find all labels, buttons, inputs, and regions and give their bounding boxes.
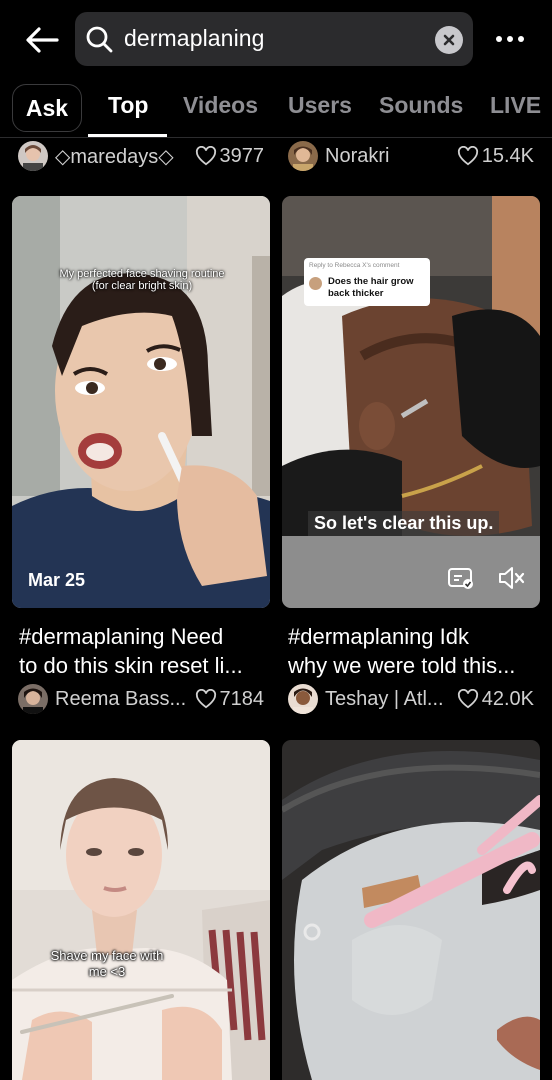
video-overlay-text: Shave my face with me <3 <box>50 948 164 979</box>
date-badge: Mar 25 <box>28 570 86 590</box>
search-tabs: Ask Top Videos Users Sounds LIVE <box>0 82 552 138</box>
tab-sounds[interactable]: Sounds <box>379 92 463 119</box>
heart-icon <box>195 146 216 166</box>
mute-icon[interactable] <box>496 563 526 593</box>
like-count-value: 42.0K <box>481 687 534 710</box>
video-caption[interactable]: #dermaplaning Idk why we were told this.… <box>288 622 546 680</box>
author-name[interactable]: Reema Bass... <box>55 688 186 711</box>
tab-live[interactable]: LIVE <box>490 92 541 119</box>
more-options-button[interactable] <box>488 22 532 56</box>
like-count-value: 7184 <box>219 687 265 710</box>
like-count: 3977 <box>195 139 265 173</box>
back-arrow-icon <box>26 27 59 53</box>
search-input[interactable]: dermaplaning <box>124 25 265 52</box>
captions-icon[interactable] <box>446 563 476 593</box>
reply-text: Does the hair grow back thicker <box>328 276 414 299</box>
heart-icon <box>195 689 216 709</box>
avatar[interactable] <box>18 141 48 171</box>
like-count: 42.0K <box>457 682 534 716</box>
thumbnail-image <box>12 196 270 608</box>
thumbnail-image <box>12 740 270 1080</box>
avatar[interactable] <box>18 684 48 714</box>
avatar <box>309 277 322 290</box>
author-name[interactable]: Teshay | Atl... <box>325 688 444 711</box>
clear-search-button[interactable] <box>435 26 463 54</box>
video-thumbnail[interactable] <box>282 740 540 1080</box>
tab-videos[interactable]: Videos <box>183 92 258 119</box>
heart-icon <box>457 146 478 166</box>
more-icon <box>496 36 502 42</box>
reply-comment-bubble: Reply to Rebecca X's comment Does the ha… <box>304 258 430 306</box>
author-name[interactable]: ◇maredays◇ <box>55 144 174 169</box>
video-meta[interactable]: Norakri 15.4K <box>288 139 534 173</box>
video-thumbnail[interactable]: My perfected face shaving routine (for c… <box>12 196 270 608</box>
heart-icon <box>457 689 478 709</box>
video-overlay-text: My perfected face shaving routine (for c… <box>59 268 225 292</box>
author-name[interactable]: Norakri <box>325 145 389 168</box>
search-header: dermaplaning <box>0 0 552 78</box>
video-thumbnail[interactable]: Shave my face with me <3 <box>12 740 270 1080</box>
video-subtitle: So let's clear this up. <box>308 511 500 536</box>
like-count-value: 3977 <box>219 144 265 167</box>
video-meta[interactable]: Teshay | Atl... 42.0K <box>288 682 534 716</box>
more-icon-dot <box>507 36 513 42</box>
back-button[interactable] <box>22 22 62 58</box>
avatar[interactable] <box>288 141 318 171</box>
avatar[interactable] <box>288 684 318 714</box>
reply-header: Reply to Rebecca X's comment <box>309 262 400 269</box>
search-bar[interactable]: dermaplaning <box>75 12 473 66</box>
like-count: 7184 <box>195 682 265 716</box>
video-meta[interactable]: ◇maredays◇ 3977 <box>18 139 264 173</box>
tab-users[interactable]: Users <box>288 92 352 119</box>
active-tab-indicator <box>88 134 167 137</box>
video-thumbnail[interactable]: Reply to Rebecca X's comment Does the ha… <box>282 196 540 608</box>
tab-top[interactable]: Top <box>108 92 148 119</box>
video-meta[interactable]: Reema Bass... 7184 <box>18 682 264 716</box>
tab-ask[interactable]: Ask <box>12 84 82 132</box>
more-icon-dot <box>518 36 524 42</box>
clear-icon <box>443 34 455 46</box>
like-count-value: 15.4K <box>481 144 534 167</box>
thumbnail-image <box>282 740 540 1080</box>
search-icon <box>86 26 113 53</box>
video-caption[interactable]: #dermaplaning Need to do this skin reset… <box>19 622 277 680</box>
like-count: 15.4K <box>457 139 534 173</box>
